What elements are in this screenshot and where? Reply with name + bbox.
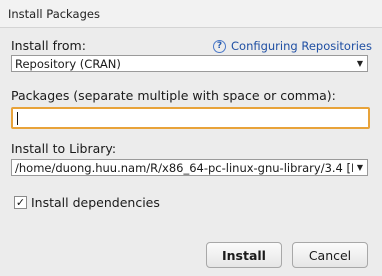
configuring-repositories-link[interactable]: ? Configuring Repositories [213,39,372,53]
install-from-label: Install from: [11,38,86,53]
install-dependencies-label: Install dependencies [31,195,160,210]
install-to-library-label: Install to Library: [11,141,117,156]
window-title: Install Packages [0,0,382,28]
packages-label: Packages (separate multiple with space o… [11,88,336,103]
dropdown-arrow-icon: ▼ [356,59,364,68]
dropdown-arrow-icon: ▼ [356,163,364,172]
text-caret [17,112,18,125]
library-value: /home/duong.huu.nam/R/x86_64-pc-linux-gn… [15,160,353,175]
configuring-repositories-label: Configuring Repositories [231,39,372,53]
install-from-value: Repository (CRAN) [15,56,121,71]
question-circle-icon: ? [213,39,226,53]
install-from-select[interactable]: Repository (CRAN) ▼ [11,55,368,72]
install-dependencies-checkbox[interactable]: ✓ [14,196,27,209]
packages-input[interactable] [11,107,370,129]
install-packages-dialog: Install Packages Install from: ? Configu… [0,0,382,276]
library-select[interactable]: /home/duong.huu.nam/R/x86_64-pc-linux-gn… [11,159,368,176]
install-button[interactable]: Install [206,242,282,268]
install-dependencies-option[interactable]: ✓ Install dependencies [14,195,160,210]
cancel-button[interactable]: Cancel [292,242,368,268]
